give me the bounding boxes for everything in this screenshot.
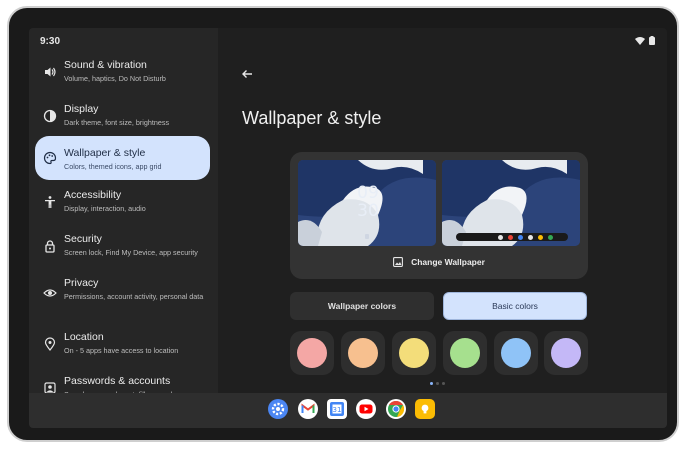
color-swatch-green[interactable] [443, 331, 487, 375]
lock-icon-small [365, 234, 369, 239]
settings-sidebar: Sound & vibration Volume, haptics, Do No… [29, 28, 218, 399]
sidebar-item-display[interactable]: Display Dark theme, font size, brightnes… [35, 94, 210, 138]
sidebar-item-title: Sound & vibration [64, 59, 147, 71]
privacy-icon [43, 289, 57, 297]
arrow-back-icon [242, 70, 252, 78]
volume-icon [45, 67, 56, 77]
battery-icon [649, 36, 655, 45]
home-screen-preview[interactable] [442, 160, 580, 246]
sidebar-item-subtitle: Volume, haptics, Do Not Disturb [64, 74, 166, 83]
sidebar-item-subtitle: Screen lock, Find My Device, app securit… [64, 248, 198, 257]
image-icon [393, 257, 404, 267]
sidebar-item-title: Display [64, 103, 99, 115]
lock-clock-hour: 09 [357, 183, 379, 203]
color-source-tabs: Wallpaper colors Basic colors [290, 292, 588, 320]
tab-wallpaper-colors[interactable]: Wallpaper colors [290, 292, 434, 320]
palette-icon [43, 151, 57, 165]
color-swatch-pink[interactable] [290, 331, 334, 375]
page-dot [442, 382, 445, 385]
settings-app-icon[interactable] [268, 399, 288, 419]
color-swatch-purple[interactable] [544, 331, 588, 375]
status-bar: 9:30 [29, 28, 667, 54]
lock-screen-preview[interactable]: 09 30 [298, 160, 436, 246]
svg-text:31: 31 [333, 406, 342, 414]
wifi-icon [635, 36, 645, 45]
calendar-app-icon[interactable]: 31 [327, 399, 347, 419]
display-icon [43, 109, 57, 123]
gear-icon [271, 402, 285, 416]
back-button[interactable] [238, 65, 256, 83]
color-swatch-orange[interactable] [341, 331, 385, 375]
sidebar-item-title: Accessibility [64, 189, 122, 201]
tab-basic-colors[interactable]: Basic colors [443, 292, 587, 320]
sidebar-item-subtitle: Display, interaction, audio [64, 204, 146, 213]
color-swatch-row [290, 331, 588, 375]
sidebar-item-title: Location [64, 331, 104, 343]
swatch-dot [399, 338, 429, 368]
status-icons [635, 36, 655, 45]
location-icon [44, 337, 56, 351]
sidebar-item-location[interactable]: Location On - 5 apps have access to loca… [35, 322, 210, 366]
gmail-icon [301, 403, 315, 413]
gmail-app-icon[interactable] [298, 399, 318, 419]
sidebar-item-sound-vibration[interactable]: Sound & vibration Volume, haptics, Do No… [35, 50, 210, 94]
color-swatch-yellow[interactable] [392, 331, 436, 375]
color-swatch-blue[interactable] [494, 331, 538, 375]
chrome-icon [388, 400, 405, 417]
status-time: 9:30 [40, 36, 61, 47]
sidebar-item-subtitle: Permissions, account activity, personal … [64, 292, 204, 301]
home-dock-icons [498, 235, 553, 240]
change-wallpaper-label: Change Wallpaper [411, 257, 485, 267]
lock-icon [45, 240, 55, 253]
sidebar-item-accessibility[interactable]: Accessibility Display, interaction, audi… [35, 180, 210, 224]
lock-clock-minute: 30 [357, 201, 379, 221]
swatch-dot [348, 338, 378, 368]
swatch-dot [501, 338, 531, 368]
swatch-dot [297, 338, 327, 368]
wallpaper-preview-card: 09 30 Change Wallpaper [290, 152, 588, 279]
chrome-app-icon[interactable] [386, 399, 406, 419]
lock-screen-clock: 09 30 [353, 184, 383, 220]
sidebar-item-title: Wallpaper & style [64, 147, 146, 159]
sidebar-item-title: Security [64, 233, 102, 245]
page-dot-active [430, 382, 433, 385]
wallpaper-style-page: Wallpaper & style 09 30 Change Wallpaper… [218, 28, 667, 393]
sidebar-item-subtitle: On - 5 apps have access to location [64, 346, 179, 355]
sidebar-item-privacy[interactable]: Privacy Permissions, account activity, p… [35, 268, 210, 318]
taskbar: 31 [29, 393, 667, 428]
swatch-dot [551, 338, 581, 368]
swatch-page-indicator [430, 382, 445, 385]
sidebar-item-title: Passwords & accounts [64, 375, 171, 387]
sidebar-item-security[interactable]: Security Screen lock, Find My Device, ap… [35, 224, 210, 268]
accessibility-icon [45, 196, 55, 208]
tablet-frame: 9:30 Sound & vibration Volume, haptics, … [7, 6, 679, 442]
page-title: Wallpaper & style [242, 108, 382, 128]
sidebar-item-title: Privacy [64, 277, 99, 289]
calendar-icon: 31 [330, 402, 344, 416]
sidebar-item-wallpaper-style[interactable]: Wallpaper & style Colors, themed icons, … [35, 136, 210, 180]
youtube-icon [359, 404, 373, 414]
screen: 9:30 Sound & vibration Volume, haptics, … [29, 28, 667, 428]
lightbulb-icon [421, 404, 429, 414]
swatch-dot [450, 338, 480, 368]
sidebar-item-subtitle: Colors, themed icons, app grid [64, 162, 162, 171]
youtube-app-icon[interactable] [356, 399, 376, 419]
page-dot [436, 382, 439, 385]
sidebar-item-subtitle: Dark theme, font size, brightness [64, 118, 170, 127]
keep-app-icon[interactable] [415, 399, 435, 419]
change-wallpaper-button[interactable]: Change Wallpaper [290, 251, 588, 273]
